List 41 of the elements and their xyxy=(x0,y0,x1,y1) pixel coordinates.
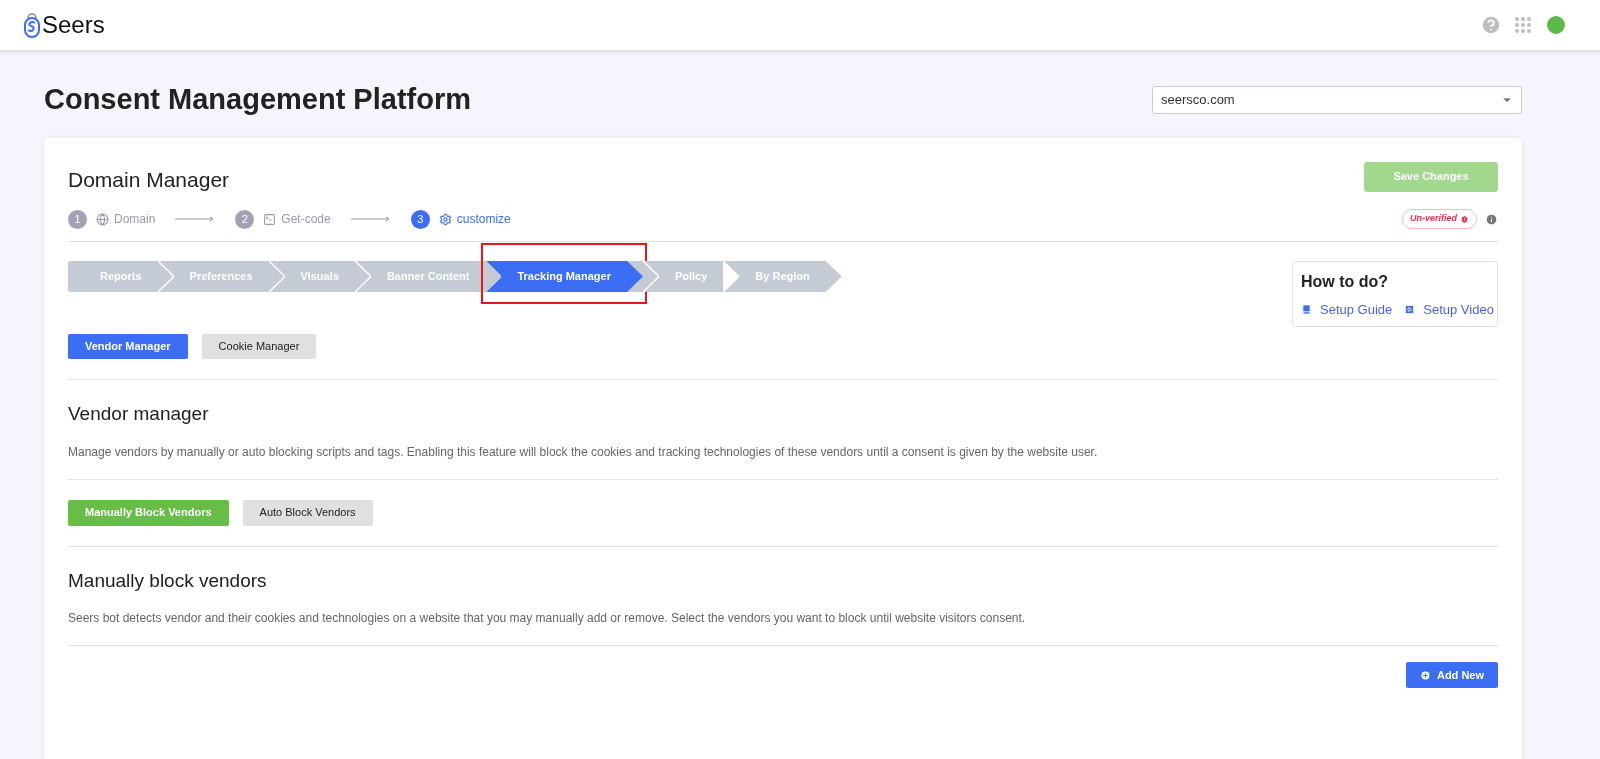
save-changes-button[interactable]: Save Changes xyxy=(1364,161,1498,192)
help-icon[interactable] xyxy=(1480,14,1502,36)
step-number: 3 xyxy=(410,209,430,229)
card-title: Domain Manager xyxy=(68,166,230,193)
gear-icon xyxy=(438,212,452,226)
help-link[interactable]: Setup Video xyxy=(1423,300,1494,320)
plus-icon xyxy=(1419,669,1431,681)
step-number: 1 xyxy=(68,209,87,229)
page-title: Consent Management Platform xyxy=(44,82,471,117)
arrow-icon xyxy=(350,216,391,222)
terminal-icon xyxy=(263,212,277,226)
book-icon xyxy=(1301,304,1312,316)
section-title: Vendor manager xyxy=(68,402,210,426)
domain-select[interactable]: seersco.com xyxy=(1152,85,1522,114)
apps-grid-icon[interactable] xyxy=(1514,16,1532,34)
arrow-icon xyxy=(175,216,216,222)
step-tab[interactable]: Tracking Manager xyxy=(485,261,643,292)
section-description: Seers bot detects vendor and their cookies and technologies on a website that you may manually add or remove. Select the vendors you want to block until website visitors consent. xyxy=(68,610,1027,627)
logo-text: Seers xyxy=(42,10,105,40)
padlock-logo-icon xyxy=(24,12,40,38)
add-new-button[interactable]: Add New xyxy=(1405,662,1498,688)
video-icon xyxy=(1404,304,1416,316)
user-avatar-icon[interactable] xyxy=(1544,13,1568,37)
chevron-icon xyxy=(642,261,659,292)
help-title: How to do? xyxy=(1301,272,1390,292)
step-label[interactable]: Domain xyxy=(114,210,156,228)
subtab-button[interactable]: Vendor Manager xyxy=(68,334,188,359)
info-icon[interactable] xyxy=(1485,212,1498,226)
step-label[interactable]: Get-code xyxy=(281,210,331,228)
help-link[interactable]: Setup Guide xyxy=(1320,300,1393,320)
chevron-icon xyxy=(157,261,174,292)
section-title: Manually block vendors xyxy=(68,568,268,593)
block-mode-button[interactable]: Manually Block Vendors xyxy=(68,499,229,526)
chevron-icon xyxy=(354,261,371,292)
chevron-icon xyxy=(268,261,285,292)
step-label[interactable]: customize xyxy=(456,210,511,228)
globe-icon xyxy=(96,212,109,226)
section-description: Manage vendors by manually or auto blocking scripts and tags. Enabling this feature will block the cookies and tracking technologies of these vendors until a consent is given by the website user. xyxy=(68,443,1099,461)
step-number: 2 xyxy=(235,209,255,229)
subtab-button[interactable]: Cookie Manager xyxy=(201,334,317,359)
block-mode-button[interactable]: Auto Block Vendors xyxy=(242,499,373,526)
